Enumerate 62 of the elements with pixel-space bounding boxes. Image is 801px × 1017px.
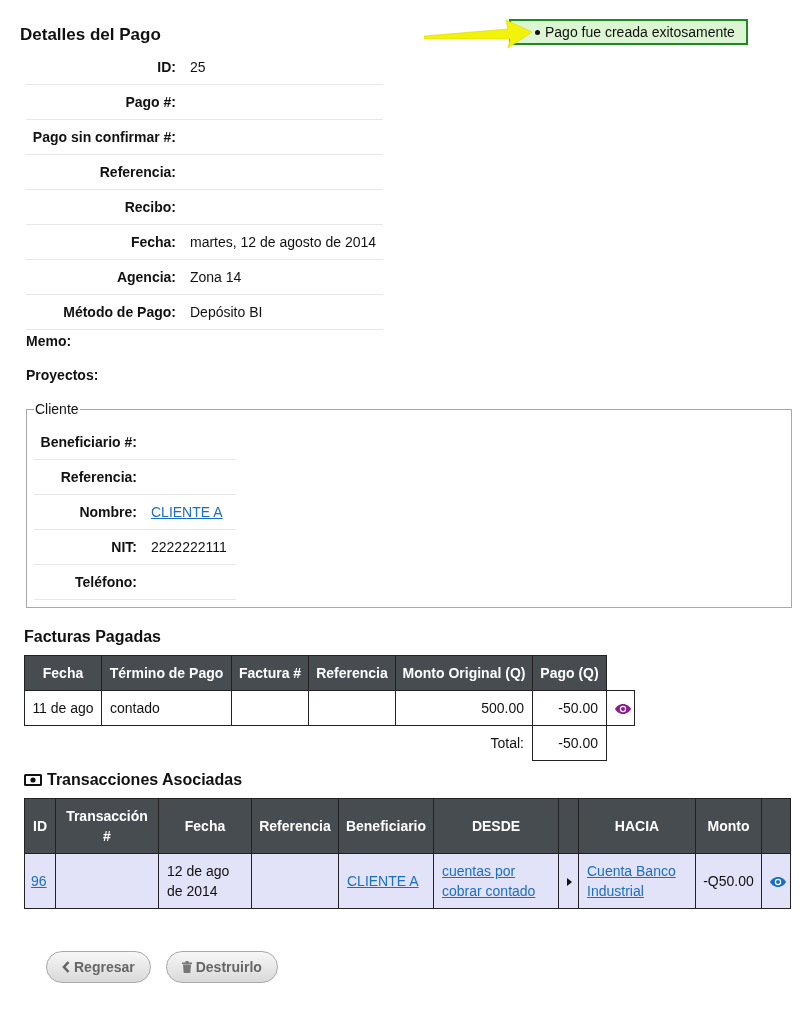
table-header-cell: Pago (Q) xyxy=(532,655,607,691)
table-cell: 500.00 xyxy=(395,690,533,726)
fieldset-legend: Cliente xyxy=(34,401,80,417)
caret-right-icon xyxy=(567,878,572,887)
table-link[interactable]: CLIENTE A xyxy=(347,873,419,889)
table-header-cell: ID xyxy=(24,798,56,854)
field-label: Teléfono: xyxy=(75,574,137,590)
field-label: ID: xyxy=(157,59,176,75)
banknote-icon xyxy=(24,774,42,786)
field-label: Agencia: xyxy=(116,269,176,285)
table-header-cell: Fecha xyxy=(158,798,252,854)
field-label: Pago #: xyxy=(125,94,176,110)
arrow-icon xyxy=(424,20,532,48)
table-header-cell: Referencia xyxy=(251,798,339,854)
table-header-cell: DESDE xyxy=(433,798,559,854)
field-label: NIT: xyxy=(111,539,137,555)
field-label: Memo: xyxy=(26,333,72,349)
bullet-icon xyxy=(535,29,540,35)
table-header-cell: Fecha xyxy=(24,655,102,691)
table-header-cell: Transacción # xyxy=(55,798,159,854)
table-cell: contado xyxy=(101,690,232,726)
field-label: Recibo: xyxy=(124,199,176,215)
delete-button[interactable]: Destruirlo xyxy=(165,951,278,983)
section-title: Facturas Pagadas xyxy=(24,628,161,645)
section-title: Transacciones Asociadas xyxy=(47,770,243,790)
client-name-link[interactable]: CLIENTE A xyxy=(151,504,223,520)
eye-icon[interactable] xyxy=(615,704,631,715)
field-label: Nombre: xyxy=(79,504,137,520)
table-header-cell: Término de Pago xyxy=(101,655,232,691)
field-label: Pago sin confirmar #: xyxy=(32,129,176,145)
total-label: Total: xyxy=(490,735,524,752)
table-cell: 11 de ago xyxy=(24,690,102,726)
field-label: Método de Pago: xyxy=(63,304,176,320)
table-header-cell: Monto Original (Q) xyxy=(395,655,533,691)
field-label: Fecha: xyxy=(130,234,176,250)
table-cell: -Q50.00 xyxy=(695,853,762,909)
table-cell: 12 de ago de 2014 xyxy=(158,853,252,909)
table-link[interactable]: 96 xyxy=(31,873,47,889)
table-header-cell: Referencia xyxy=(308,655,396,691)
field-label: Referencia: xyxy=(99,164,176,180)
field-value: martes, 12 de agosto de 2014 xyxy=(190,234,377,250)
table-header-cell: Beneficiario xyxy=(338,798,434,854)
field-label: Proyectos: xyxy=(26,367,99,383)
field-value: 2222222111 xyxy=(151,539,227,555)
alert-text: Pago fue creada exitosamente xyxy=(545,24,735,40)
field-value: Depósito BI xyxy=(190,304,263,320)
page-title: Detalles del Pago xyxy=(20,25,161,45)
table-link[interactable]: cuentas por cobrar contado xyxy=(442,861,550,901)
table-cell: -50.00 xyxy=(532,690,607,726)
field-value: Zona 14 xyxy=(190,269,242,285)
eye-icon[interactable] xyxy=(770,877,786,888)
chevron-left-icon xyxy=(62,961,70,973)
field-label: Referencia: xyxy=(60,469,137,485)
field-value: 25 xyxy=(190,59,206,75)
table-link[interactable]: Cuenta Banco Industrial xyxy=(587,861,687,901)
total-cell: -50.00 xyxy=(532,725,607,761)
table-header-cell: Monto xyxy=(695,798,762,854)
field-label: Beneficiario #: xyxy=(40,434,137,450)
table-header-cell: HACIA xyxy=(578,798,696,854)
back-button[interactable]: Regresar xyxy=(46,951,151,983)
table-header-cell: Factura # xyxy=(231,655,309,691)
trash-icon xyxy=(181,961,192,973)
